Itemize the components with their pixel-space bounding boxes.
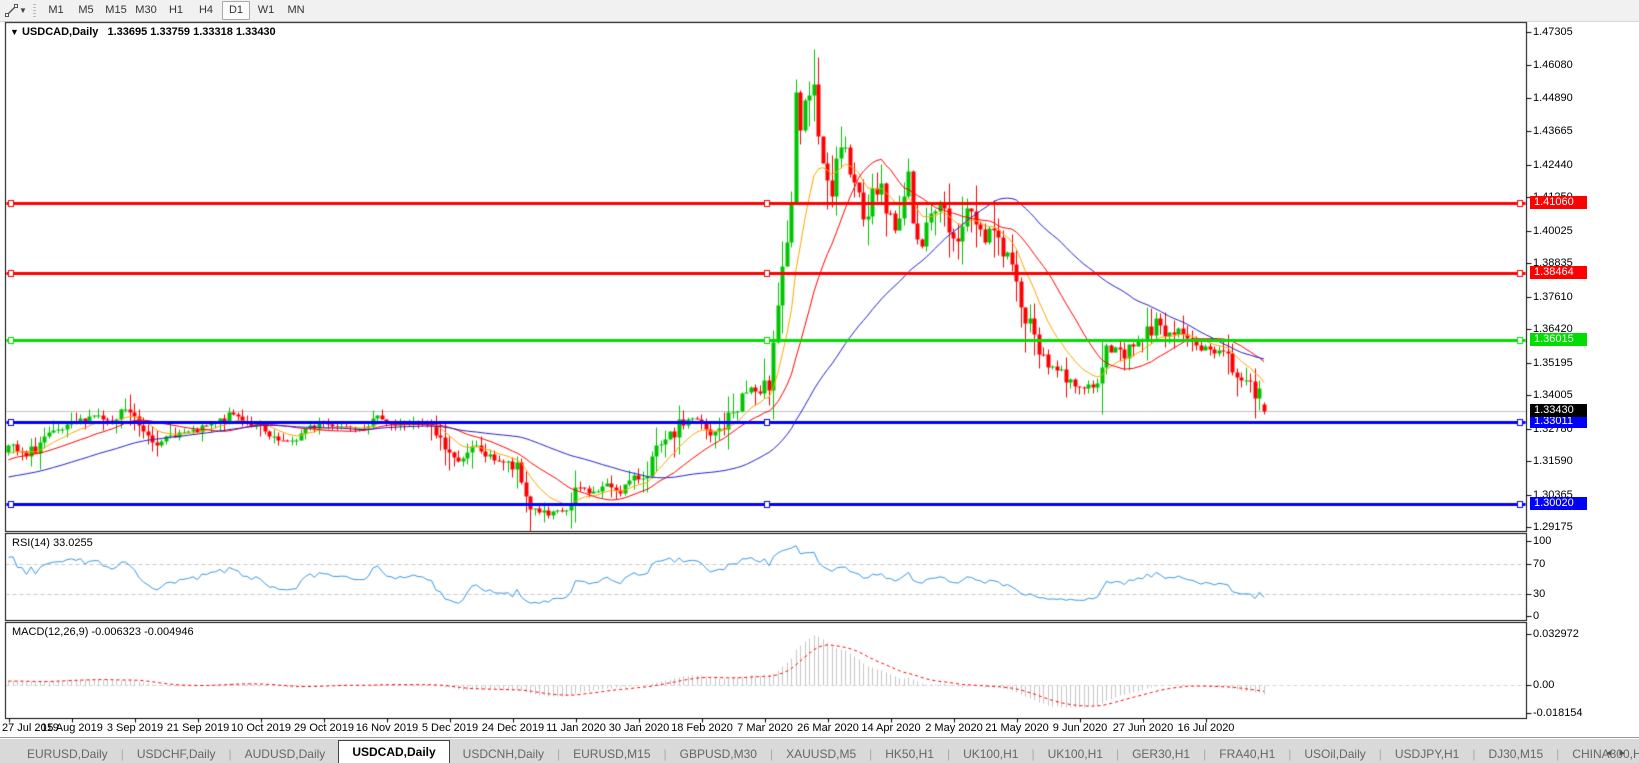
price-axis-tick-label: 1.42440 [1533, 159, 1603, 171]
rsi-axis-tick-label: 70 [1533, 558, 1603, 570]
tab-fra40-h1[interactable]: FRA40,H1 [1206, 744, 1288, 763]
tab-scroll-right-icon[interactable]: ▸ [1619, 747, 1633, 759]
tab-xauusd-m5[interactable]: XAUUSD,M5 [773, 744, 869, 763]
rsi-indicator-label: RSI(14) 33.0255 [12, 537, 93, 549]
price-axis-tick-label: 1.44890 [1533, 92, 1603, 104]
tab-dj30-m15[interactable]: DJ30,M15 [1475, 744, 1556, 763]
date-axis-label: 30 Jan 2020 [606, 722, 672, 734]
chart-canvas[interactable] [0, 0, 1639, 763]
mt4-terminal: ▼ M1M5M15M30H1H4D1W1MN ▼ USDCAD,Daily 1.… [0, 0, 1639, 763]
rsi-axis-tick-label: 30 [1533, 588, 1603, 600]
date-axis-label: 24 Dec 2019 [480, 722, 546, 734]
price-axis-tick-label: 1.37610 [1533, 291, 1603, 303]
chart-symbol-label: USDCAD,Daily [22, 26, 98, 38]
current-price-label: 1.33430 [1530, 404, 1587, 417]
hline-price-label[interactable]: 1.36015 [1530, 333, 1587, 346]
price-axis-tick-label: 1.35195 [1533, 357, 1603, 369]
macd-axis-tick-label: 0.032972 [1533, 628, 1603, 640]
tab-eurusd-m15[interactable]: EURUSD,M15 [560, 744, 663, 763]
tab-eurusd-daily[interactable]: EURUSD,Daily [14, 744, 121, 763]
date-axis-label: 26 Mar 2020 [795, 722, 861, 734]
date-axis-label: 21 May 2020 [984, 722, 1050, 734]
hline-price-label[interactable]: 1.30020 [1530, 497, 1587, 510]
date-axis-label: 29 Oct 2019 [291, 722, 357, 734]
rsi-axis-tick-label: 0 [1533, 610, 1603, 622]
price-axis-tick-label: 1.29175 [1533, 521, 1603, 533]
price-axis-tick-label: 1.47305 [1533, 26, 1603, 38]
date-axis-label: 2 May 2020 [921, 722, 987, 734]
date-axis-label: 10 Oct 2019 [228, 722, 294, 734]
rsi-axis-tick-label: 100 [1533, 535, 1603, 547]
chart-ohlc-values: 1.33695 1.33759 1.33318 1.33430 [107, 26, 275, 38]
date-axis-label: 9 Jun 2020 [1047, 722, 1113, 734]
macd-axis-tick-label: -0.018154 [1533, 707, 1603, 719]
chart-tabs: EURUSD,Daily|USDCHF,Daily|AUDUSD,DailyUS… [14, 740, 1639, 763]
tab-usdchf-daily[interactable]: USDCHF,Daily [124, 744, 229, 763]
tab-scroll-arrows: ◂▸ [1606, 746, 1633, 759]
date-axis-label: 16 Jul 2020 [1173, 722, 1239, 734]
tab-scroll-left-icon[interactable]: ◂ [1606, 747, 1620, 759]
chart-tab-bar: EURUSD,Daily|USDCHF,Daily|AUDUSD,DailyUS… [0, 737, 1639, 763]
tab-gbpusd-m30[interactable]: GBPUSD,M30 [667, 744, 770, 763]
macd-indicator-label: MACD(12,26,9) -0.006323 -0.004946 [12, 626, 194, 638]
date-axis-label: 27 Jun 2020 [1110, 722, 1176, 734]
date-axis-label: 15 Aug 2019 [39, 722, 105, 734]
tab-uk100-h1[interactable]: UK100,H1 [1035, 744, 1116, 763]
macd-axis-tick-label: 0.00 [1533, 679, 1603, 691]
price-axis-tick-label: 1.34005 [1533, 389, 1603, 401]
tab-usdcnh-daily[interactable]: USDCNH,Daily [450, 744, 557, 763]
date-axis-label: 7 Mar 2020 [732, 722, 798, 734]
tab-usdjpy-h1[interactable]: USDJPY,H1 [1382, 744, 1472, 763]
price-axis-tick-label: 1.43665 [1533, 125, 1603, 137]
price-axis-tick-label: 1.31590 [1533, 455, 1603, 467]
tab-uk100-h1[interactable]: UK100,H1 [950, 744, 1031, 763]
date-axis-label: 16 Nov 2019 [354, 722, 420, 734]
date-axis-label: 14 Apr 2020 [858, 722, 924, 734]
hline-price-label[interactable]: 1.38464 [1530, 266, 1587, 279]
tab-usdcad-daily[interactable]: USDCAD,Daily [338, 740, 449, 763]
tab-audusd-daily[interactable]: AUDUSD,Daily [232, 744, 339, 763]
price-axis-tick-label: 1.40025 [1533, 225, 1603, 237]
date-axis-label: 21 Sep 2019 [165, 722, 231, 734]
tab-ger30-h1[interactable]: GER30,H1 [1119, 744, 1203, 763]
date-axis-label: 3 Sep 2019 [102, 722, 168, 734]
date-axis-label: 5 Dec 2019 [417, 722, 483, 734]
tab-hk50-h1[interactable]: HK50,H1 [872, 744, 947, 763]
chart-collapse-icon[interactable]: ▼ [10, 27, 19, 37]
date-axis-label: 11 Jan 2020 [543, 722, 609, 734]
price-axis-tick-label: 1.46080 [1533, 59, 1603, 71]
tab-usoil-daily[interactable]: USOil,Daily [1291, 744, 1378, 763]
hline-price-label[interactable]: 1.41060 [1530, 196, 1587, 209]
chart-title: ▼ USDCAD,Daily 1.33695 1.33759 1.33318 1… [10, 26, 276, 38]
date-axis-label: 18 Feb 2020 [669, 722, 735, 734]
